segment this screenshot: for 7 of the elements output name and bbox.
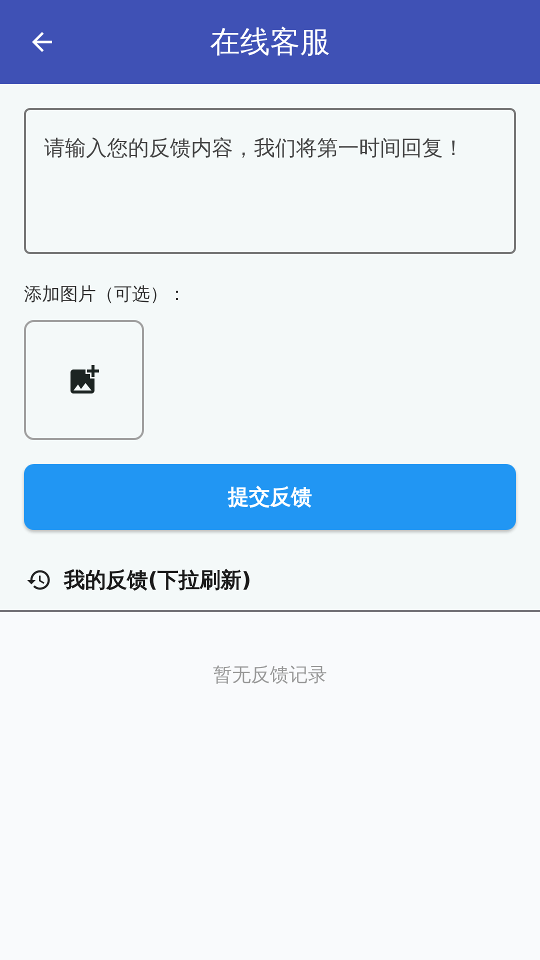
empty-state-text: 暂无反馈记录 — [213, 663, 327, 688]
submit-feedback-button[interactable]: 提交反馈 — [24, 464, 516, 530]
screen-title: 在线客服 — [210, 24, 330, 62]
history-title: 我的反馈(下拉刷新) — [64, 567, 252, 594]
add-image-button[interactable] — [24, 320, 144, 440]
feedback-input-field[interactable]: 请输入您的反馈内容，我们将第一时间回复！ — [24, 108, 516, 254]
add-image-label: 添加图片（可选）： — [24, 283, 187, 306]
